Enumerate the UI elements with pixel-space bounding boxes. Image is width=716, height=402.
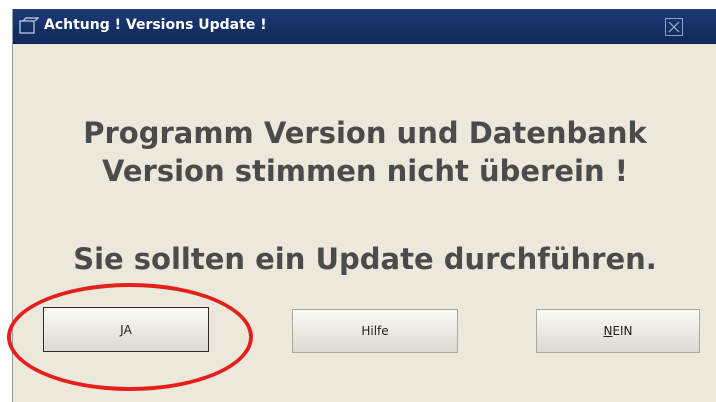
message-line-1: Programm Version und Datenbank [83,116,647,150]
dialog-window: Achtung ! Versions Update ! Programm Ver… [12,9,716,402]
help-button-label: Hilfe [361,324,389,338]
message-line-3: Sie sollten ein Update durchführen. [73,242,657,276]
no-button-mnemonic: N [603,324,613,338]
message-text: Programm Version und Datenbank Version s… [13,114,716,190]
yes-button[interactable]: JA [43,307,209,352]
no-button[interactable]: N EIN [536,309,700,353]
close-icon [668,21,680,33]
message-line-2: Version stimmen nicht überein ! [102,154,628,188]
help-button[interactable]: Hilfe [292,309,458,353]
window-title: Achtung ! Versions Update ! [44,17,267,33]
no-button-label: EIN [612,324,633,338]
close-button[interactable] [665,18,683,36]
title-bar[interactable]: Achtung ! Versions Update ! [13,9,716,44]
window-icon [19,17,40,35]
yes-button-label: A [123,322,132,337]
